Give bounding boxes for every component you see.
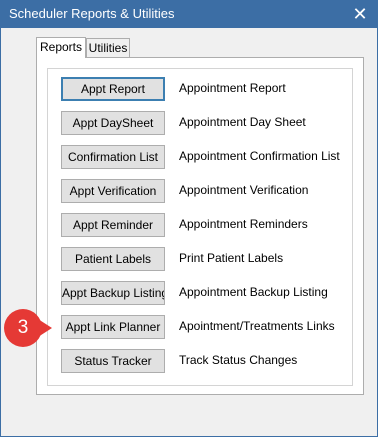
appt-reminder-description: Appointment Reminders bbox=[179, 217, 308, 231]
dialog-window: Scheduler Reports & Utilities ✕ Reports … bbox=[0, 0, 378, 437]
appt-report-description: Appointment Report bbox=[179, 81, 286, 95]
appt-verification-button[interactable]: Appt Verification bbox=[61, 179, 165, 203]
patient-labels-description: Print Patient Labels bbox=[179, 251, 284, 265]
confirmation-list-button[interactable]: Confirmation List bbox=[61, 145, 165, 169]
reports-panel: Appt Report Appointment Report Appt DayS… bbox=[36, 57, 364, 395]
window-title: Scheduler Reports & Utilities bbox=[9, 6, 175, 21]
close-icon[interactable]: ✕ bbox=[349, 3, 371, 25]
appt-link-planner-description: Apointment/Treatments Links bbox=[179, 319, 335, 333]
confirmation-list-description: Appointment Confirmation List bbox=[179, 149, 340, 163]
patient-labels-button[interactable]: Patient Labels bbox=[61, 247, 165, 271]
callout-pointer-icon bbox=[38, 319, 52, 337]
status-tracker-button[interactable]: Status Tracker bbox=[61, 349, 165, 373]
appt-report-button[interactable]: Appt Report bbox=[61, 77, 165, 101]
status-tracker-description: Track Status Changes bbox=[179, 353, 298, 367]
appt-backup-listing-description: Appointment Backup Listing bbox=[179, 285, 328, 299]
appt-daysheet-description: Appointment Day Sheet bbox=[179, 115, 306, 129]
tab-utilities[interactable]: Utilities bbox=[86, 38, 130, 57]
appt-backup-listing-button[interactable]: Appt Backup Listing bbox=[61, 281, 165, 305]
appt-daysheet-button[interactable]: Appt DaySheet bbox=[61, 111, 165, 135]
appt-link-planner-button[interactable]: Appt Link Planner bbox=[61, 315, 165, 339]
step-number-badge: 3 bbox=[4, 309, 42, 347]
tab-reports[interactable]: Reports bbox=[36, 37, 86, 58]
appt-verification-description: Appointment Verification bbox=[179, 183, 309, 197]
appt-reminder-button[interactable]: Appt Reminder bbox=[61, 213, 165, 237]
title-bar[interactable]: Scheduler Reports & Utilities ✕ bbox=[1, 1, 377, 28]
reports-group: Appt Report Appointment Report Appt DayS… bbox=[47, 68, 353, 386]
